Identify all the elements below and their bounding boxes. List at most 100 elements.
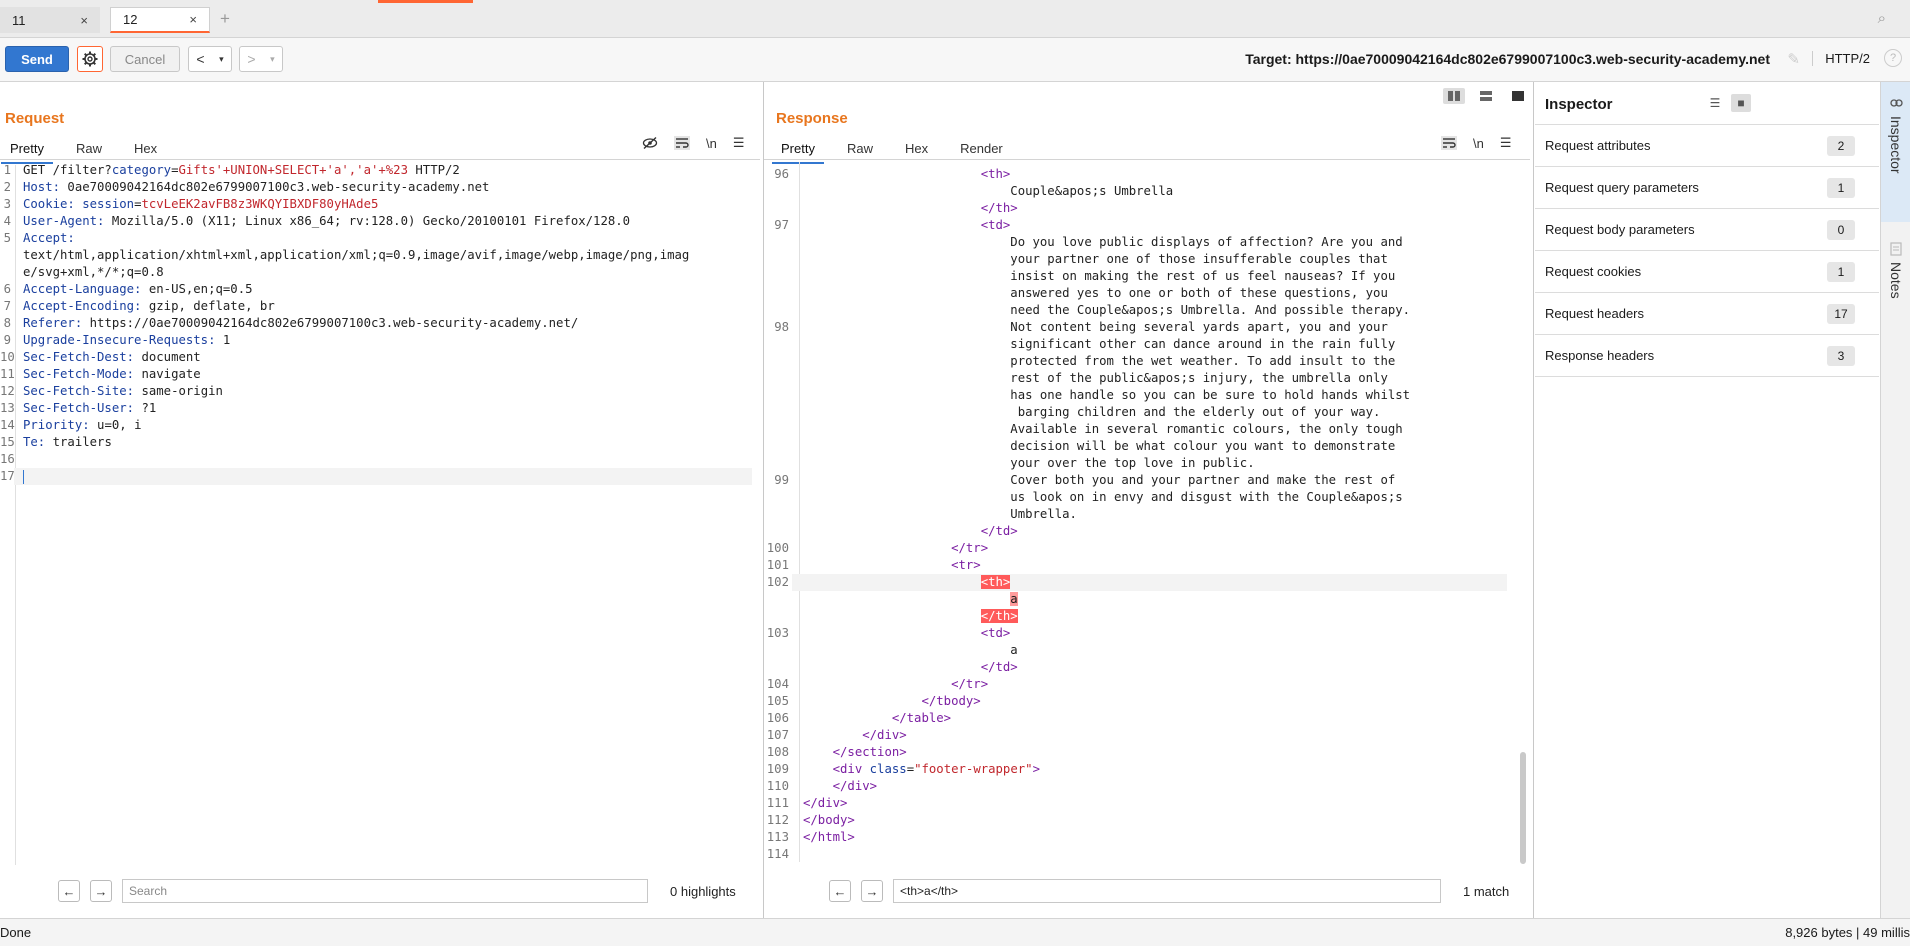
code-line[interactable]: 114 bbox=[764, 846, 1520, 863]
search-icon[interactable]: ⌕ bbox=[1878, 10, 1886, 27]
code-line[interactable]: </th> bbox=[764, 200, 1520, 217]
word-wrap-icon[interactable] bbox=[674, 136, 690, 150]
chevron-down-icon[interactable]: ▾ bbox=[219, 54, 224, 65]
code-line[interactable]: 13 Sec-Fetch-User: ?1 bbox=[0, 400, 752, 417]
layout-tabs-icon[interactable] bbox=[1507, 88, 1529, 104]
code-line[interactable]: 98 Not content being several yards apart… bbox=[764, 319, 1520, 336]
tab-11[interactable]: 11 × bbox=[0, 7, 100, 33]
code-line[interactable]: 113 </html> bbox=[764, 829, 1520, 846]
code-line[interactable]: 2 Host: 0ae70009042164dc802e6799007100c3.… bbox=[0, 179, 752, 196]
history-forward-button[interactable]: > ▾ bbox=[239, 46, 283, 72]
layout-stacked-icon[interactable] bbox=[1475, 88, 1497, 104]
code-line[interactable]: rest of the public&apos;s injury, the um… bbox=[764, 370, 1520, 387]
response-search-input[interactable] bbox=[893, 879, 1441, 903]
word-wrap-icon[interactable] bbox=[1441, 136, 1457, 150]
code-line[interactable]: 106 </table> bbox=[764, 710, 1520, 727]
code-line[interactable]: 16 bbox=[0, 451, 752, 468]
inspector-row[interactable]: Request query parameters 1 bbox=[1535, 167, 1879, 209]
panel-divider[interactable] bbox=[1533, 82, 1534, 918]
code-line[interactable]: 1 GET /filter?category=Gifts'+UNION+SELEC… bbox=[0, 162, 752, 179]
menu-icon[interactable]: ☰ bbox=[733, 135, 745, 151]
code-line[interactable]: 99 Cover both you and your partner and m… bbox=[764, 472, 1520, 489]
code-line[interactable]: 3 Cookie: session=tcvLeEK2avFB8z3WKQYIBXD… bbox=[0, 196, 752, 213]
code-line[interactable]: 96 <th> bbox=[764, 166, 1520, 183]
rail-notes[interactable]: Notes bbox=[1881, 232, 1910, 352]
settings-button[interactable] bbox=[77, 46, 103, 72]
list-view-icon[interactable]: ☰ bbox=[1705, 94, 1725, 112]
close-icon[interactable]: × bbox=[189, 12, 197, 27]
code-line[interactable]: e/svg+xml,*/*;q=0.8 bbox=[0, 264, 752, 281]
inspector-row[interactable]: Response headers 3 bbox=[1535, 335, 1879, 377]
code-line[interactable]: answered yes to one or both of these que… bbox=[764, 285, 1520, 302]
edit-target-icon[interactable]: ✎ bbox=[1787, 50, 1800, 68]
code-line[interactable]: a bbox=[764, 642, 1520, 659]
inspector-row[interactable]: Request attributes 2 bbox=[1535, 125, 1879, 167]
code-line[interactable]: significant other can dance around in th… bbox=[764, 336, 1520, 353]
arrow-right-icon[interactable]: → bbox=[861, 880, 883, 902]
inspector-row[interactable]: Request body parameters 0 bbox=[1535, 209, 1879, 251]
code-line[interactable]: Do you love public displays of affection… bbox=[764, 234, 1520, 251]
response-scrollbar[interactable] bbox=[1520, 752, 1526, 864]
code-line[interactable]: us look on in envy and disgust with the … bbox=[764, 489, 1520, 506]
menu-icon[interactable]: ☰ bbox=[1500, 135, 1512, 151]
code-line[interactable]: decision will be what colour you want to… bbox=[764, 438, 1520, 455]
code-line[interactable]: </td> bbox=[764, 523, 1520, 540]
code-line[interactable]: 102 <th> bbox=[764, 574, 1520, 591]
code-line[interactable]: 107 </div> bbox=[764, 727, 1520, 744]
history-back-button[interactable]: < ▾ bbox=[188, 46, 232, 72]
code-line[interactable]: 17 bbox=[0, 468, 752, 485]
chevron-down-icon[interactable]: ▾ bbox=[270, 54, 275, 65]
code-line[interactable]: 8 Referer: https://0ae70009042164dc802e67… bbox=[0, 315, 752, 332]
show-newlines-icon[interactable]: \n bbox=[706, 136, 717, 151]
arrow-right-icon[interactable]: → bbox=[90, 880, 112, 902]
code-line[interactable]: </th> bbox=[764, 608, 1520, 625]
code-line[interactable]: Umbrella. bbox=[764, 506, 1520, 523]
code-line[interactable]: 7 Accept-Encoding: gzip, deflate, br bbox=[0, 298, 752, 315]
arrow-left-icon[interactable]: ← bbox=[829, 880, 851, 902]
close-icon[interactable]: × bbox=[80, 13, 88, 28]
code-line[interactable]: 104 </tr> bbox=[764, 676, 1520, 693]
inspector-row[interactable]: Request cookies 1 bbox=[1535, 251, 1879, 293]
send-button[interactable]: Send bbox=[5, 46, 69, 72]
code-line[interactable]: a bbox=[764, 591, 1520, 608]
code-line[interactable]: 10 Sec-Fetch-Dest: document bbox=[0, 349, 752, 366]
cancel-button[interactable]: Cancel bbox=[110, 46, 180, 72]
hide-nonprintable-icon[interactable] bbox=[642, 136, 658, 150]
code-line[interactable]: 111 </div> bbox=[764, 795, 1520, 812]
code-line[interactable]: 14 Priority: u=0, i bbox=[0, 417, 752, 434]
code-line[interactable]: </td> bbox=[764, 659, 1520, 676]
code-line[interactable]: 110 </div> bbox=[764, 778, 1520, 795]
code-line[interactable]: need the Couple&apos;s Umbrella. And pos… bbox=[764, 302, 1520, 319]
new-tab-icon[interactable]: + bbox=[220, 9, 230, 29]
tab-12[interactable]: 12 × bbox=[110, 7, 210, 33]
code-line[interactable]: 5 Accept: bbox=[0, 230, 752, 247]
request-search-input[interactable] bbox=[122, 879, 648, 903]
code-line[interactable]: 101 <tr> bbox=[764, 557, 1520, 574]
code-line[interactable]: 112 </body> bbox=[764, 812, 1520, 829]
code-line[interactable]: barging children and the elderly out of … bbox=[764, 404, 1520, 421]
code-line[interactable]: Available in several romantic colours, t… bbox=[764, 421, 1520, 438]
code-line[interactable]: insist on making the rest of us feel nau… bbox=[764, 268, 1520, 285]
arrow-left-icon[interactable]: ← bbox=[58, 880, 80, 902]
inspector-row[interactable]: Request headers 17 bbox=[1535, 293, 1879, 335]
code-line[interactable]: 12 Sec-Fetch-Site: same-origin bbox=[0, 383, 752, 400]
help-icon[interactable]: ? bbox=[1884, 49, 1902, 67]
code-line[interactable]: 108 </section> bbox=[764, 744, 1520, 761]
code-line[interactable]: has one handle so you can be sure to hol… bbox=[764, 387, 1520, 404]
code-line[interactable]: 109 <div class="footer-wrapper"> bbox=[764, 761, 1520, 778]
code-line[interactable]: 11 Sec-Fetch-Mode: navigate bbox=[0, 366, 752, 383]
code-line[interactable]: your over the top love in public. bbox=[764, 455, 1520, 472]
protocol-label[interactable]: HTTP/2 bbox=[1812, 51, 1870, 66]
code-line[interactable]: protected from the wet weather. To add i… bbox=[764, 353, 1520, 370]
panel-view-icon[interactable]: ■ bbox=[1731, 94, 1751, 112]
layout-side-by-side-icon[interactable] bbox=[1443, 88, 1465, 104]
code-line[interactable]: 9 Upgrade-Insecure-Requests: 1 bbox=[0, 332, 752, 349]
code-line[interactable]: 105 </tbody> bbox=[764, 693, 1520, 710]
rail-inspector[interactable]: Inspector bbox=[1881, 82, 1910, 222]
response-editor[interactable]: 96 <th> Couple&apos;s Umbrella </th> 97 <… bbox=[764, 162, 1520, 864]
code-line[interactable]: 4 User-Agent: Mozilla/5.0 (X11; Linux x86… bbox=[0, 213, 752, 230]
code-line[interactable]: 103 <td> bbox=[764, 625, 1520, 642]
code-line[interactable]: 100 </tr> bbox=[764, 540, 1520, 557]
code-line[interactable]: 6 Accept-Language: en-US,en;q=0.5 bbox=[0, 281, 752, 298]
show-newlines-icon[interactable]: \n bbox=[1473, 136, 1484, 151]
